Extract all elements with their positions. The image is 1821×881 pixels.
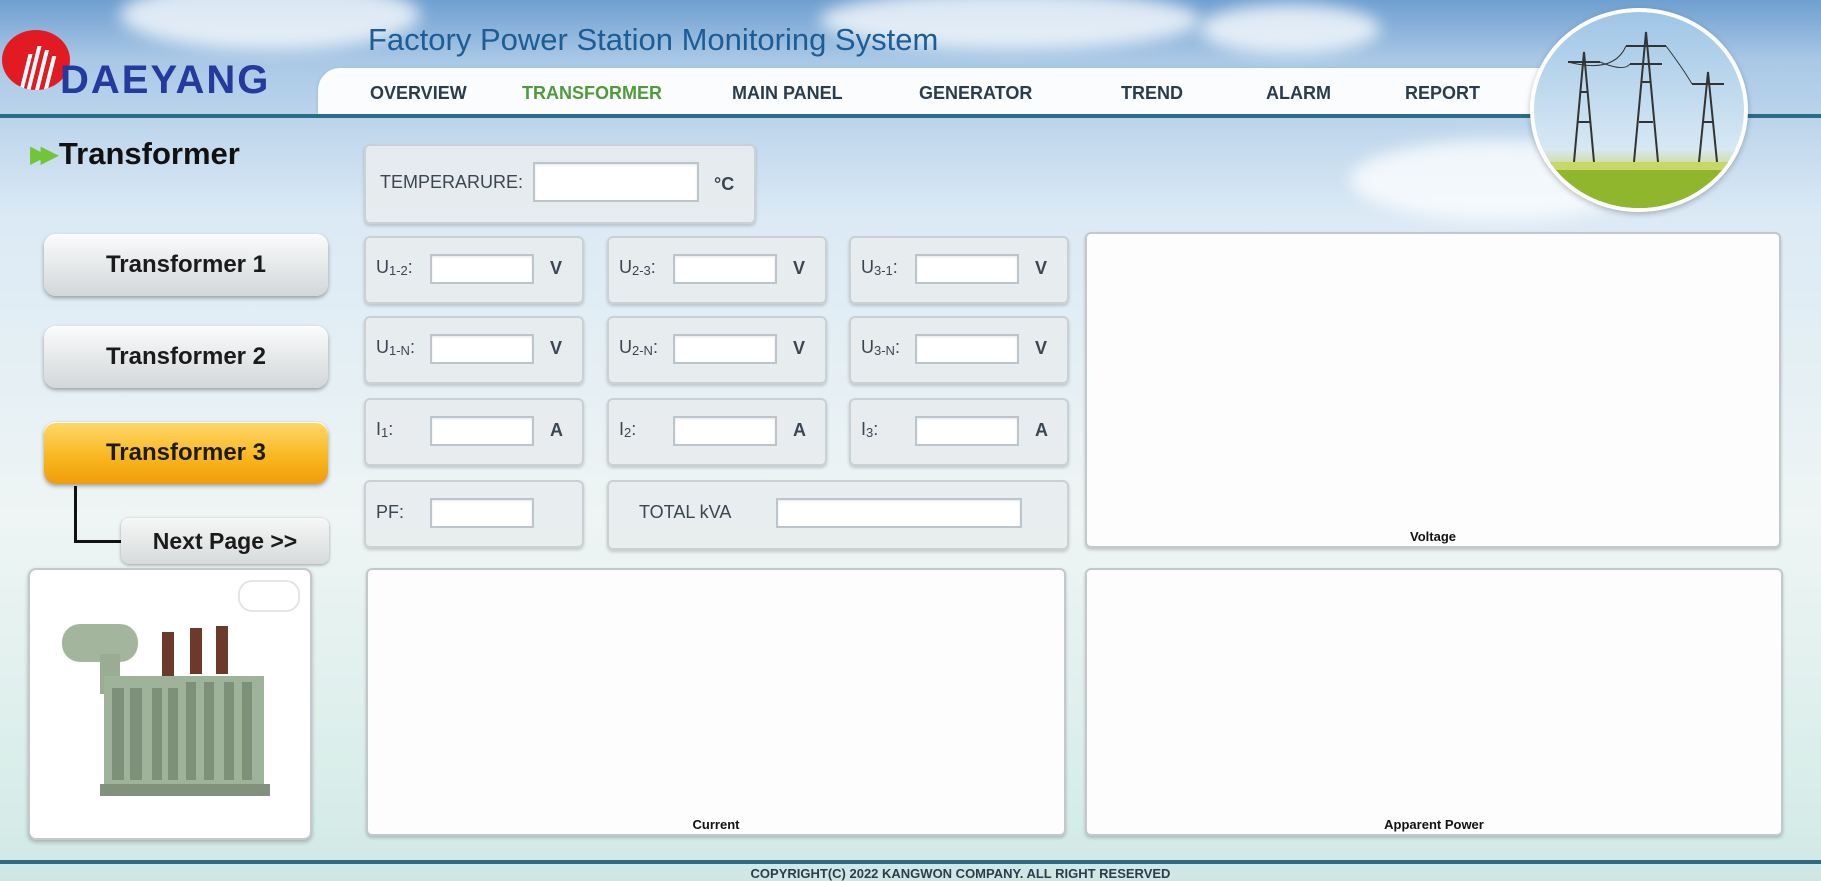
nav-transformer[interactable]: TRANSFORMER (522, 83, 662, 104)
i3-field[interactable] (915, 416, 1019, 446)
u1n-label: U1-N: (376, 337, 415, 358)
i1-unit: A (550, 420, 563, 440)
u23-field[interactable] (673, 254, 777, 284)
sub-page-connector (74, 486, 125, 543)
u31-unit: V (1035, 258, 1048, 278)
copyright-text: COPYRIGHT(C) 2022 KANGWON COMPANY. ALL R… (750, 866, 1171, 881)
i3-label: I3: (861, 419, 879, 440)
transformer-3-button[interactable]: Transformer 3 (44, 422, 328, 484)
u3n-label: U3-N: (861, 337, 900, 358)
apparent-power-chart: Apparent Power (1085, 568, 1783, 836)
nav-trend[interactable]: TREND (1121, 83, 1183, 104)
voltage-chart: Voltage (1085, 232, 1781, 548)
nav-main-panel[interactable]: MAIN PANEL (732, 83, 843, 104)
pf-field[interactable] (430, 498, 534, 528)
nav-alarm[interactable]: ALARM (1266, 83, 1331, 104)
temperature-unit: °C (714, 174, 735, 194)
i1-field[interactable] (430, 416, 534, 446)
current-chart-title: Current (692, 817, 740, 832)
i2-label: I2: (619, 419, 637, 440)
total-kva-field[interactable] (776, 498, 1022, 528)
temperature-label: TEMPERARURE: (380, 172, 524, 192)
current-chart: Current (366, 568, 1066, 836)
nav-overview[interactable]: OVERVIEW (370, 83, 467, 104)
footer-divider (0, 860, 1821, 864)
nav-generator[interactable]: GENERATOR (919, 83, 1032, 104)
u12-field[interactable] (430, 254, 534, 284)
u3n-unit: V (1035, 338, 1048, 358)
i1-label: I1: (376, 419, 394, 440)
u12-label: U1-2: (376, 257, 413, 278)
app-title: Factory Power Station Monitoring System (368, 22, 939, 57)
temperature-field[interactable] (533, 162, 699, 202)
i2-field[interactable] (673, 416, 777, 446)
u1n-unit: V (550, 338, 563, 358)
u2n-unit: V (793, 338, 806, 358)
brand-name: DAEYANG (60, 58, 271, 102)
u31-field[interactable] (915, 254, 1019, 284)
apparent-power-chart-title: Apparent Power (1384, 817, 1484, 832)
page-title: ▶▶ Transformer (30, 136, 240, 172)
transformer-2-button[interactable]: Transformer 2 (44, 326, 328, 388)
u3n-field[interactable] (915, 334, 1019, 364)
total-kva-label: TOTAL kVA (639, 502, 732, 522)
transmission-tower-icon (1534, 31, 1744, 208)
u23-label: U2-3: (619, 257, 656, 278)
u23-unit: V (793, 258, 806, 278)
i3-unit: A (1035, 420, 1048, 440)
u31-label: U3-1: (861, 257, 898, 278)
i2-unit: A (793, 420, 806, 440)
u12-unit: V (550, 258, 563, 278)
page-title-text: Transformer (58, 136, 240, 171)
power-tower-image (1530, 8, 1748, 212)
u2n-label: U2-N: (619, 337, 658, 358)
pf-label: PF: (376, 502, 405, 522)
voltage-chart-title: Voltage (1410, 529, 1456, 544)
sky-cloud (1200, 4, 1380, 54)
transformer-icon (62, 624, 270, 796)
double-arrow-icon: ▶▶ (30, 140, 59, 168)
nav-report[interactable]: REPORT (1405, 83, 1480, 104)
u1n-field[interactable] (430, 334, 534, 364)
company-logo[interactable]: DAEYANG (0, 26, 310, 106)
transformer-photo (28, 568, 312, 840)
u2n-field[interactable] (673, 334, 777, 364)
next-page-button[interactable]: Next Page >> (121, 518, 329, 564)
transformer-1-button[interactable]: Transformer 1 (44, 234, 328, 296)
